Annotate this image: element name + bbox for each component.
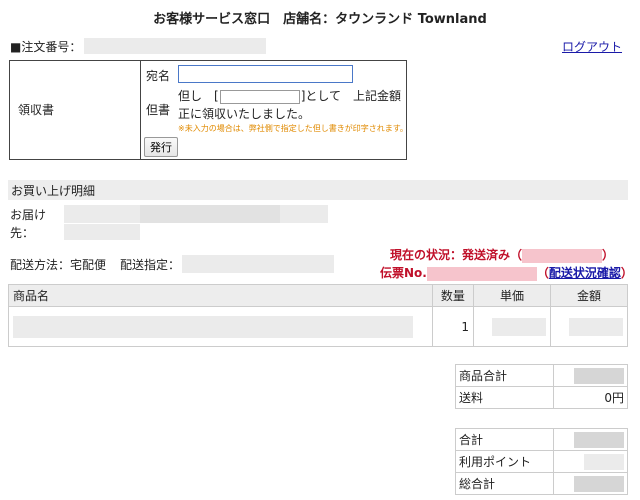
- issue-button[interactable]: 発行: [144, 137, 178, 157]
- deliver-to-redacted: [140, 205, 280, 223]
- product-name-cell: [8, 306, 433, 347]
- shipping-date-redacted: [522, 248, 603, 263]
- subtotal-row: 商品合計: [455, 364, 628, 387]
- subtotal-redacted: [574, 367, 624, 384]
- subtotal-value: [553, 364, 628, 387]
- table-row: 1: [8, 306, 629, 347]
- items-table: 商品名 数量 単価 金額 1: [8, 284, 629, 347]
- subtotal-label: 商品合計: [455, 364, 554, 387]
- delivery-method: 配送方法：宅配便: [10, 258, 107, 272]
- proviso-prefix: 但し [: [178, 89, 219, 103]
- page-title: お客様サービス窓口 店舗名：タウンランド Townland: [153, 12, 487, 27]
- slip-link-open: （: [536, 266, 549, 280]
- amount-redacted: [568, 317, 623, 336]
- grand-total-row: 総合計: [455, 472, 628, 495]
- receipt-divider: [140, 61, 141, 159]
- column-header-qty: 数量: [431, 284, 474, 307]
- section-title: お買い上げ明細: [8, 180, 628, 200]
- grand-total-redacted: [574, 475, 624, 492]
- amount-cell: [549, 306, 629, 347]
- proviso-input[interactable]: [219, 89, 300, 104]
- logout-link[interactable]: ログアウト: [562, 38, 622, 55]
- slip-link-close: ）: [620, 266, 633, 280]
- deliver-to-label: お届け先：: [10, 208, 47, 240]
- addressee-label: 宛名: [146, 69, 171, 83]
- points-row: 利用ポイント: [455, 450, 628, 473]
- total-redacted: [574, 431, 624, 448]
- grand-total-value: [553, 472, 628, 495]
- points-value: [553, 450, 628, 473]
- delivery-schedule-label: 配送指定：: [120, 258, 181, 272]
- unit-price-redacted: [491, 317, 546, 336]
- shipping-status-close: ）: [602, 248, 615, 262]
- proviso-line: 但し [ ]として 上記金額: [178, 87, 401, 104]
- receipt-form: 領収書 宛名 但書 但し [ ]として 上記金額 正に領収いたしました。 ※未入力…: [9, 60, 408, 160]
- slip-number: 伝票No. （配送状況確認）: [380, 264, 633, 281]
- shipping-label: 送料: [455, 386, 554, 409]
- column-header-unit-price: 単価: [472, 284, 551, 307]
- grand-total-label: 総合計: [455, 472, 554, 495]
- total-table: 合計 利用ポイント 総合計: [455, 428, 628, 495]
- proviso-note: ※未入力の場合は、弊社側で指定した但し書きが印字されます。: [178, 124, 408, 133]
- shipping-status-text: 現在の状況：発送済み（: [390, 248, 523, 262]
- items-header-row: 商品名 数量 単価 金額: [8, 284, 629, 307]
- receipt-label: 領収書: [18, 103, 55, 117]
- addressee-input[interactable]: [178, 65, 353, 83]
- tracking-link[interactable]: 配送状況確認: [549, 266, 621, 280]
- order-number-label: ■注文番号：: [10, 40, 82, 54]
- deliver-to-redacted: [64, 224, 140, 240]
- shipping-value: 0円: [553, 386, 628, 409]
- total-value: [553, 428, 628, 451]
- delivery-schedule-redacted: [182, 255, 334, 273]
- proviso-line-2: 正に領収いたしました。: [178, 107, 311, 121]
- proviso-label: 但書: [146, 103, 171, 117]
- qty-cell: 1: [431, 306, 474, 347]
- shipping-row: 送料 0円: [455, 386, 628, 409]
- slip-number-label: 伝票No.: [380, 266, 427, 280]
- slip-number-redacted: [426, 266, 537, 281]
- points-redacted: [584, 453, 624, 470]
- points-label: 利用ポイント: [455, 450, 554, 473]
- shipping-status: 現在の状況：発送済み（ ）: [390, 246, 614, 263]
- unit-price-cell: [472, 306, 551, 347]
- column-header-amount: 金額: [549, 284, 629, 307]
- total-label: 合計: [455, 428, 554, 451]
- order-number-value: [84, 38, 266, 54]
- column-header-product: 商品名: [8, 284, 433, 307]
- total-row: 合計: [455, 428, 628, 451]
- subtotal-table: 商品合計 送料 0円: [455, 364, 628, 409]
- proviso-suffix: ]として 上記金額: [300, 89, 402, 103]
- product-name-redacted: [13, 315, 413, 338]
